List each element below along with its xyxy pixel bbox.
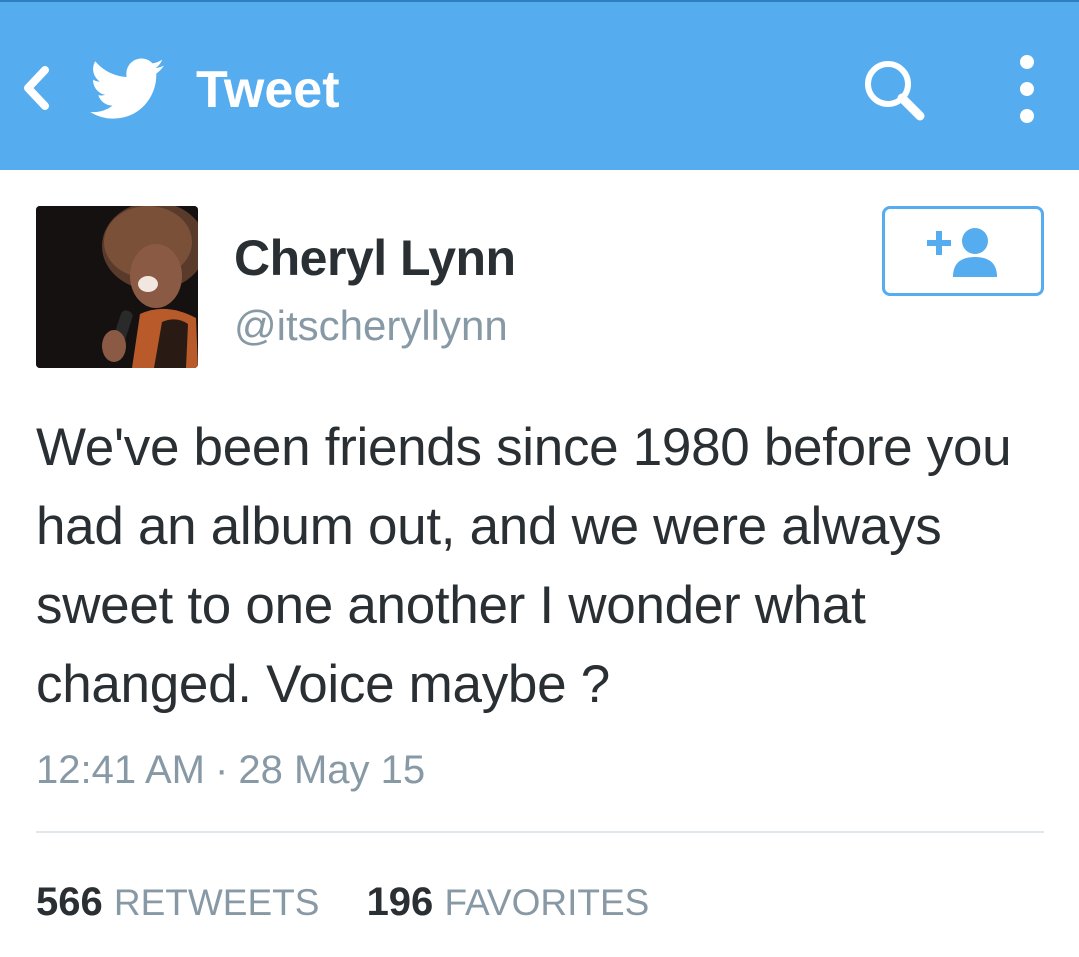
user-handle[interactable]: @itscheryllynn	[234, 298, 508, 354]
avatar[interactable]	[36, 206, 198, 368]
retweets-count: 566	[36, 880, 103, 924]
tweet-timestamp: 12:41 AM · 28 May 15	[36, 744, 425, 796]
favorites-count: 196	[366, 880, 434, 924]
divider	[36, 831, 1044, 833]
tweet-stats: 566 RETWEETS 196 FAVORITES	[36, 876, 649, 929]
page-title: Tweet	[196, 61, 340, 119]
search-icon[interactable]	[858, 54, 930, 126]
top-app-bar: Tweet	[0, 0, 1079, 170]
back-chevron-icon	[24, 66, 49, 110]
retweets-stat[interactable]: 566 RETWEETS	[36, 876, 319, 929]
tweet-text: We've been friends since 1980 before you…	[36, 418, 1012, 714]
favorites-stat[interactable]: 196 FAVORITES	[367, 876, 650, 929]
avatar-photo	[36, 206, 198, 368]
tweet-detail-screen: Tweet Cheryl Lynn @itscheryllynn We've b…	[0, 0, 1079, 957]
retweets-label: RETWEETS	[113, 882, 320, 923]
user-display-name[interactable]: Cheryl Lynn	[234, 228, 516, 288]
follow-button[interactable]	[882, 206, 1044, 296]
twitter-bird-icon[interactable]	[90, 58, 164, 120]
meta-separator: ·	[215, 748, 229, 792]
tweet-date: 28 May 15	[238, 748, 426, 792]
tweet-time: 12:41 AM	[36, 748, 206, 792]
back-button[interactable]	[14, 60, 58, 116]
favorites-label: FAVORITES	[444, 882, 650, 923]
more-vertical-icon[interactable]	[1004, 52, 1050, 126]
add-user-icon	[927, 228, 997, 277]
